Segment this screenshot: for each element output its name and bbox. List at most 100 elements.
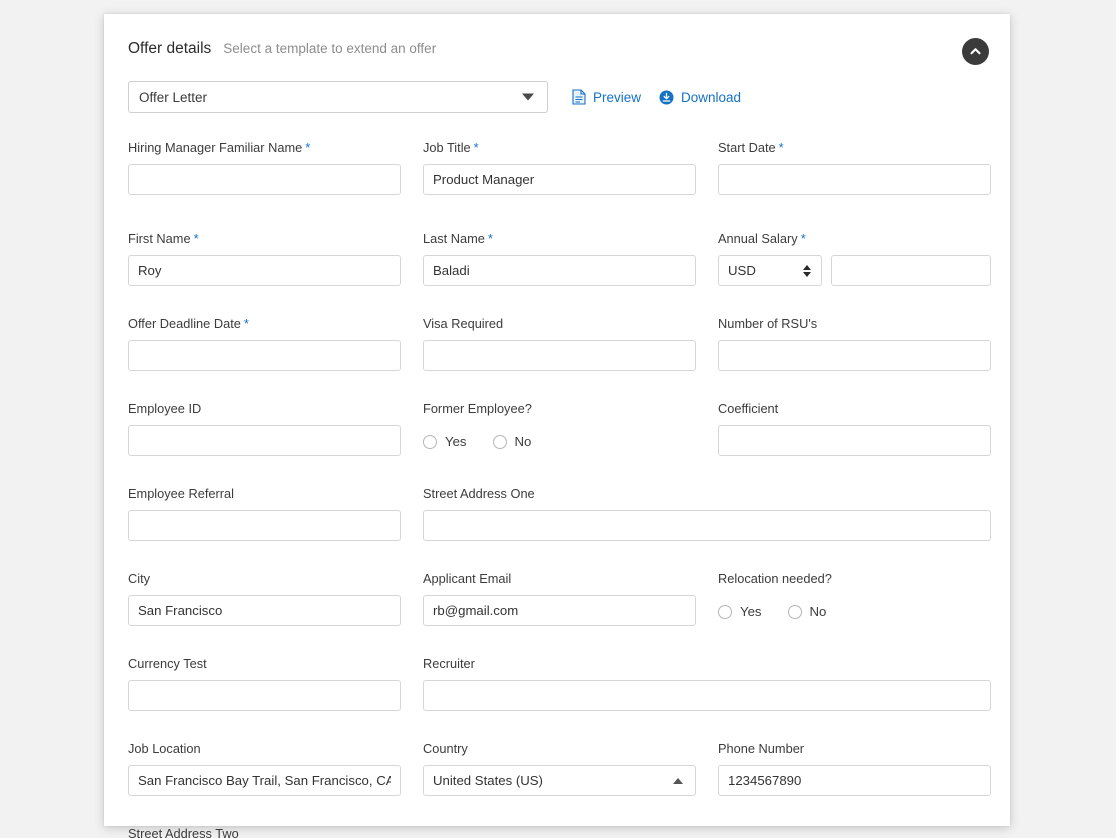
field-number-of-rsus: Number of RSU's bbox=[718, 316, 991, 371]
field-applicant-email: Applicant Email bbox=[423, 571, 696, 626]
preview-link[interactable]: Preview bbox=[572, 89, 641, 105]
field-country: Country United States (US) bbox=[423, 741, 696, 796]
field-city: City bbox=[128, 571, 401, 626]
former-employee-radio-yes[interactable]: Yes bbox=[423, 434, 467, 449]
offer-details-form: Hiring Manager Familiar Name * Job Title *… bbox=[128, 140, 991, 838]
required-marker: * bbox=[193, 231, 199, 246]
first-name-label: First Name * bbox=[128, 231, 401, 246]
field-currency-test: Currency Test bbox=[128, 656, 401, 711]
country-select[interactable]: United States (US) bbox=[423, 765, 696, 796]
radio-circle-icon bbox=[423, 434, 437, 449]
offer-deadline-date-input[interactable] bbox=[128, 340, 401, 371]
relocation-needed-radio-no[interactable]: No bbox=[787, 604, 827, 619]
row-spacer bbox=[128, 456, 986, 486]
last-name-input[interactable] bbox=[423, 255, 696, 286]
chevron-down-icon bbox=[522, 93, 534, 101]
field-employee-id: Employee ID bbox=[128, 401, 401, 456]
required-marker: * bbox=[473, 140, 479, 155]
currency-selected-value: USD bbox=[728, 263, 756, 278]
collapse-panel-button[interactable] bbox=[962, 38, 989, 65]
page-title: Offer details bbox=[128, 40, 212, 57]
phone-number-input[interactable] bbox=[718, 765, 991, 796]
field-recruiter: Recruiter bbox=[423, 656, 991, 711]
card-header: Offer details Select a template to exten… bbox=[128, 40, 986, 64]
form-row-8: Job Location Country United States (US) … bbox=[128, 741, 991, 796]
template-row: Offer Letter Preview Download bbox=[128, 81, 986, 113]
spinner-arrows-icon bbox=[803, 264, 811, 277]
employee-referral-label: Employee Referral bbox=[128, 486, 234, 501]
country-label: Country bbox=[423, 741, 468, 756]
form-row-3: Offer Deadline Date * Visa Required Numbe… bbox=[128, 316, 991, 371]
employee-referral-input[interactable] bbox=[128, 510, 401, 541]
required-marker: * bbox=[243, 316, 249, 331]
currency-select[interactable]: USD bbox=[718, 255, 822, 286]
job-title-label: Job Title * bbox=[423, 140, 696, 155]
row-spacer bbox=[128, 626, 986, 656]
label-text: Offer Deadline Date bbox=[128, 316, 241, 331]
coefficient-label: Coefficient bbox=[718, 401, 779, 416]
city-input[interactable] bbox=[128, 595, 401, 626]
row-spacer bbox=[128, 371, 986, 401]
form-row-2: First Name* Last Name* Annual Salary* bbox=[128, 231, 991, 286]
label-text: Hiring Manager Familiar Name bbox=[128, 140, 303, 155]
recruiter-label: Recruiter bbox=[423, 656, 475, 671]
former-employee-yes-label: Yes bbox=[445, 434, 467, 449]
download-link[interactable]: Download bbox=[659, 90, 741, 105]
form-row-7: Currency Test Recruiter bbox=[128, 656, 991, 711]
radio-circle-icon bbox=[492, 434, 507, 449]
field-annual-salary: Annual Salary * USD bbox=[718, 231, 991, 286]
form-row-9: Street Address Two bbox=[128, 826, 986, 838]
phone-number-label: Phone Number bbox=[718, 741, 805, 756]
start-date-input[interactable] bbox=[718, 164, 991, 195]
street-address-one-input[interactable] bbox=[423, 510, 991, 541]
coefficient-input[interactable] bbox=[718, 425, 991, 456]
hiring-manager-familiar-name-input[interactable] bbox=[128, 164, 401, 195]
country-selected-value: United States (US) bbox=[433, 773, 543, 788]
city-label: City bbox=[128, 571, 151, 586]
number-of-rsus-input[interactable] bbox=[718, 340, 991, 371]
employee-id-input[interactable] bbox=[128, 425, 401, 456]
former-employee-no-label: No bbox=[514, 434, 532, 449]
former-employee-radio-no[interactable]: No bbox=[492, 434, 532, 449]
document-icon bbox=[572, 89, 586, 105]
offer-details-card: Offer details Select a template to exten… bbox=[104, 14, 1010, 838]
hiring-manager-familiar-name-label: Hiring Manager Familiar Name * bbox=[128, 140, 401, 155]
number-of-rsus-label: Number of RSU's bbox=[718, 316, 818, 331]
field-last-name: Last Name * bbox=[423, 231, 696, 286]
offer-template-select[interactable]: Offer Letter bbox=[128, 81, 548, 113]
visa-required-label: Visa Required bbox=[423, 316, 504, 331]
required-marker: * bbox=[305, 140, 311, 155]
visa-required-input[interactable] bbox=[423, 340, 696, 371]
form-row-4: Employee ID Former Employee? Yes No Coef… bbox=[128, 401, 991, 456]
field-employee-referral: Employee Referral bbox=[128, 486, 401, 541]
field-job-location: Job Location bbox=[128, 741, 401, 796]
radio-circle-icon bbox=[787, 604, 802, 619]
relocation-needed-no-label: No bbox=[809, 604, 827, 619]
relocation-needed-yes-label: Yes bbox=[740, 604, 762, 619]
recruiter-input[interactable] bbox=[423, 680, 991, 711]
currency-test-input[interactable] bbox=[128, 680, 401, 711]
label-text: Annual Salary bbox=[718, 231, 798, 246]
annual-salary-amount-input[interactable] bbox=[831, 255, 991, 286]
relocation-needed-radio-yes[interactable]: Yes bbox=[718, 604, 762, 619]
field-start-date: Start Date * bbox=[718, 140, 991, 195]
required-marker: * bbox=[778, 140, 784, 155]
field-first-name: First Name * bbox=[128, 231, 401, 286]
job-title-input[interactable] bbox=[423, 164, 696, 195]
first-name-input[interactable] bbox=[128, 255, 401, 286]
last-name-label: Last Name * bbox=[423, 231, 696, 246]
label-text: First Name bbox=[128, 231, 191, 246]
job-location-input[interactable] bbox=[128, 765, 401, 796]
applicant-email-input[interactable] bbox=[423, 595, 696, 626]
form-row-5: Employee Referral Street Address One bbox=[128, 486, 991, 541]
required-marker: * bbox=[487, 231, 493, 246]
field-hiring-manager-familiar-name: Hiring Manager Familiar Name * bbox=[128, 140, 401, 195]
field-street-address-two: Street Address Two bbox=[128, 826, 696, 838]
document-links: Preview Download bbox=[572, 89, 741, 105]
field-phone-number: Phone Number bbox=[718, 741, 991, 796]
row-spacer bbox=[128, 541, 986, 571]
chevron-up-icon bbox=[673, 777, 683, 784]
street-address-two-label: Street Address Two bbox=[128, 826, 239, 838]
field-offer-deadline-date: Offer Deadline Date * bbox=[128, 316, 401, 371]
currency-test-label: Currency Test bbox=[128, 656, 207, 671]
